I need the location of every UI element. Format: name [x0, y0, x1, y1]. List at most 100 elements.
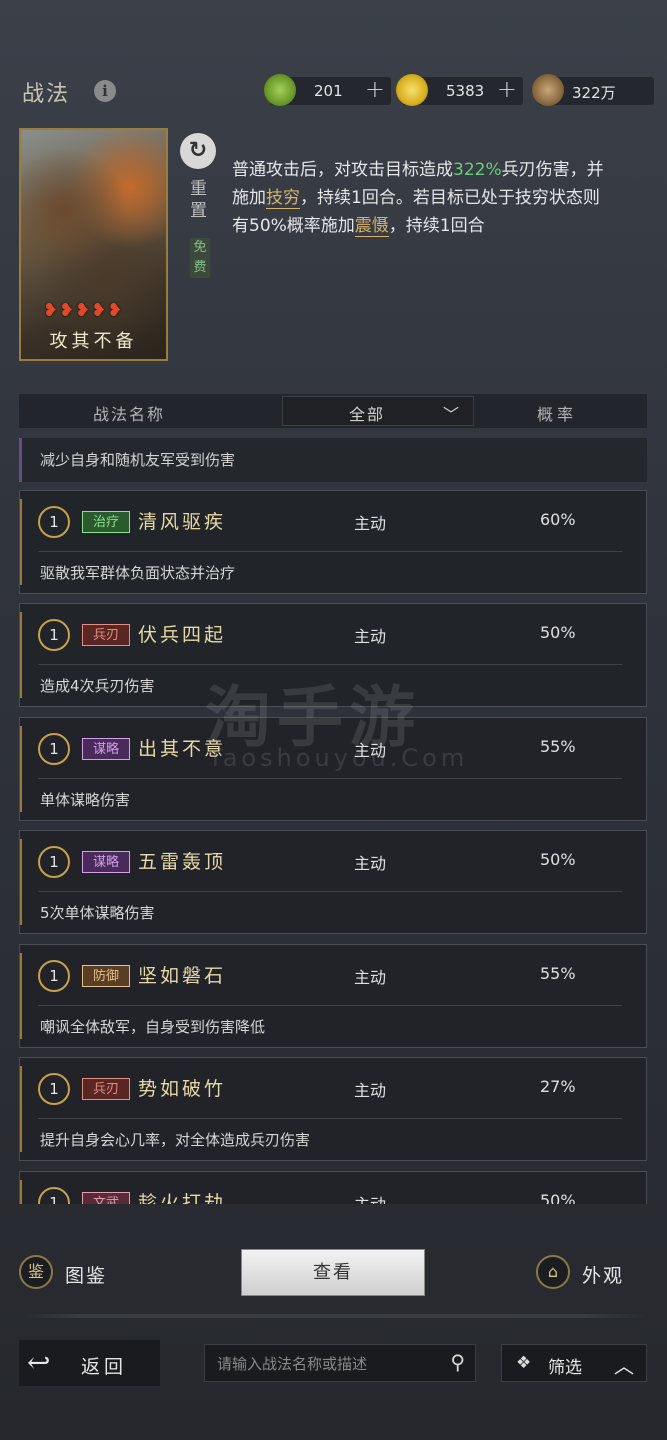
skill-row[interactable]: 1 兵刃 势如破竹 主动 27% 提升自身会心几率，对全体造成兵刃伤害 [19, 1057, 647, 1161]
skill-summary: 驱散我军群体负面状态并治疗 [40, 564, 236, 582]
chevron-up-icon: ︿ [614, 1354, 634, 1378]
table-header: 战法名称 全部 ﹀ 概率 [19, 394, 647, 428]
free-badge: 免费 [190, 238, 210, 278]
skill-kind: 主动 [354, 854, 387, 873]
appearance-label: 外观 [582, 1265, 625, 1287]
view-button[interactable]: 查看 [241, 1249, 425, 1296]
star-rating: ❥❥❥❥❥ [43, 300, 124, 321]
back-arrow-icon: ↩ [27, 1346, 55, 1379]
skill-summary: 单体谋略伤害 [40, 791, 131, 809]
col-skill-name: 战法名称 [93, 405, 166, 424]
filter-label: 筛选 [548, 1358, 582, 1378]
skill-type-tag: 谋略 [82, 851, 130, 873]
skill-type-tag: 谋略 [82, 738, 130, 760]
jade-coin-icon [264, 74, 296, 106]
resource-jade: 201 + [264, 74, 391, 106]
skill-kind: 主动 [354, 514, 387, 533]
skill-row[interactable]: 1 文武 趁火打劫 主动 50% [19, 1171, 647, 1204]
chevron-down-icon: ﹀ [442, 405, 459, 424]
skill-card-image: ❥❥❥❥❥ 攻其不备 [19, 128, 168, 361]
desc-text: 普通攻击后，对攻击目标造成 [232, 160, 453, 180]
level-badge: 1 [38, 506, 70, 538]
jade-value: 201 [314, 82, 343, 100]
skill-row[interactable]: 1 谋略 五雷轰顶 主动 50% 5次单体谋略伤害 [19, 830, 647, 934]
add-gold-button[interactable]: + [497, 75, 517, 103]
skill-name: 势如破竹 [138, 1078, 227, 1100]
skill-row[interactable]: 1 防御 坚如磐石 主动 55% 嘲讽全体敌军，自身受到伤害降低 [19, 944, 647, 1048]
divider [38, 551, 622, 552]
list-item-desc: 减少自身和随机友军受到伤害 [40, 451, 236, 469]
skill-rate: 55% [540, 964, 576, 983]
level-badge: 1 [38, 1073, 70, 1105]
skill-rate: 50% [540, 1191, 576, 1204]
search-field[interactable]: ⚲ [204, 1344, 476, 1382]
skill-row[interactable]: 1 治疗 清风驱疾 主动 60% 驱散我军群体负面状态并治疗 [19, 490, 647, 594]
col-rate: 概率 [537, 405, 578, 424]
keyword-exhaust[interactable]: 技穷 [266, 188, 300, 209]
divider [38, 1118, 622, 1119]
skill-list[interactable]: 减少自身和随机友军受到伤害 1 治疗 清风驱疾 主动 60% 驱散我军群体负面状… [19, 438, 647, 1204]
gold-coin-icon [396, 74, 428, 106]
skill-type-tag: 兵刃 [82, 624, 130, 646]
dropdown-value: 全部 [349, 405, 386, 424]
copper-value: 322万 [572, 84, 616, 102]
type-filter-dropdown[interactable]: 全部 ﹀ [282, 396, 474, 426]
skill-card-name: 攻其不备 [49, 331, 138, 352]
skill-name: 清风驱疾 [138, 511, 227, 533]
search-icon[interactable]: ⚲ [450, 1350, 465, 1374]
skill-kind: 主动 [354, 1081, 387, 1100]
reset-icon[interactable]: ↻ [180, 133, 216, 169]
copper-coin-icon [532, 74, 564, 106]
filter-icon: ❖ [516, 1353, 532, 1373]
skill-type-tag: 文武 [82, 1192, 130, 1204]
skill-description: 普通攻击后，对攻击目标造成322%兵刃伤害，并施加技穷，持续1回合。若目标已处于… [232, 156, 604, 240]
level-badge: 1 [38, 960, 70, 992]
resource-copper: 322万 [532, 74, 654, 106]
pavilion-icon: ⌂ [536, 1255, 570, 1289]
skill-summary: 嘲讽全体敌军，自身受到伤害降低 [40, 1018, 266, 1036]
info-icon[interactable]: i [94, 80, 116, 102]
skill-summary: 造成4次兵刃伤害 [40, 677, 155, 695]
level-badge: 1 [38, 1187, 70, 1204]
skill-rate: 50% [540, 623, 576, 642]
level-badge: 1 [38, 846, 70, 878]
atlas-label: 图鉴 [65, 1265, 108, 1287]
skill-rate: 50% [540, 850, 576, 869]
level-badge: 1 [38, 733, 70, 765]
list-item-partial[interactable]: 减少自身和随机友军受到伤害 [19, 438, 647, 482]
skill-name: 坚如磐石 [138, 965, 227, 987]
skill-summary: 提升自身会心几率，对全体造成兵刃伤害 [40, 1131, 311, 1149]
divider [38, 891, 622, 892]
desc-text: ，持续1回合 [388, 216, 485, 236]
skill-type-tag: 防御 [82, 965, 130, 987]
resource-gold: 5383 + [396, 74, 523, 106]
add-jade-button[interactable]: + [365, 75, 385, 103]
skill-rate: 55% [540, 737, 576, 756]
atlas-button[interactable]: 鉴 图鉴 [19, 1252, 139, 1292]
skill-type-tag: 兵刃 [82, 1078, 130, 1100]
gold-value: 5383 [446, 82, 485, 100]
back-button[interactable]: ↩ 返回 [19, 1340, 160, 1386]
page-title: 战法 [22, 82, 71, 107]
divider [19, 1314, 647, 1318]
skill-type-tag: 治疗 [82, 511, 130, 533]
skill-name: 五雷轰顶 [138, 851, 227, 873]
reset-button[interactable]: 重置 [190, 178, 210, 222]
skill-name: 趁火打劫 [138, 1192, 227, 1204]
appearance-button[interactable]: ⌂ 外观 [536, 1252, 647, 1292]
keyword-deter[interactable]: 震慑 [354, 216, 389, 237]
search-input[interactable] [215, 1352, 439, 1376]
level-badge: 1 [38, 619, 70, 651]
atlas-icon: 鉴 [19, 1255, 53, 1289]
skill-rate: 27% [540, 1077, 576, 1096]
divider [38, 1005, 622, 1006]
skill-kind: 主动 [354, 968, 387, 987]
skill-kind: 主动 [354, 627, 387, 646]
skill-summary: 5次单体谋略伤害 [40, 904, 155, 922]
divider [38, 778, 622, 779]
back-label: 返回 [81, 1356, 128, 1378]
filter-button[interactable]: ❖ 筛选 ︿ [501, 1344, 647, 1382]
skill-name: 伏兵四起 [138, 624, 227, 646]
skill-kind: 主动 [354, 1191, 386, 1204]
desc-damage-pct: 322% [453, 160, 502, 180]
